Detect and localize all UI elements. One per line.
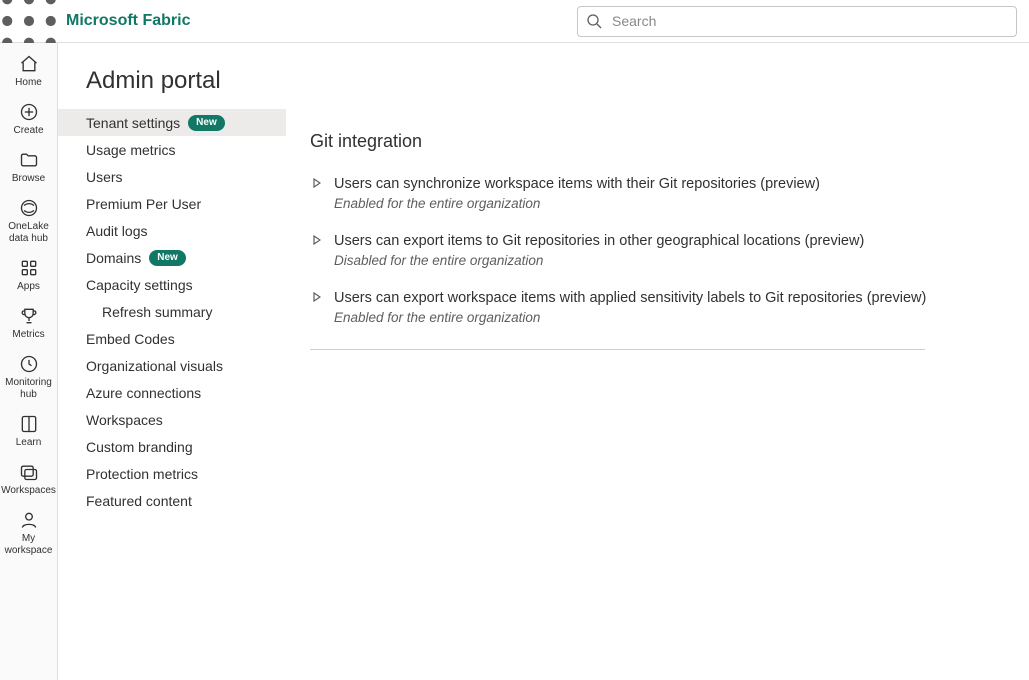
admin-nav-label: Audit logs [86,223,147,239]
rail-item-onelake[interactable]: OneLake data hub [0,193,58,251]
admin-nav-organizational-visuals[interactable]: Organizational visuals [58,352,286,379]
rail-item-apps[interactable]: Apps [0,253,58,299]
rail-label: Create [13,125,43,137]
admin-nav-azure-connections[interactable]: Azure connections [58,379,286,406]
admin-nav-label: Protection metrics [86,466,198,482]
rail-label: Learn [16,437,42,449]
admin-nav-label: Users [86,169,123,185]
admin-nav-label: Usage metrics [86,142,175,158]
admin-nav-tenant-settings[interactable]: Tenant settings New [58,109,286,136]
admin-nav-audit-logs[interactable]: Audit logs [58,217,286,244]
setting-row[interactable]: Users can synchronize workspace items wi… [310,174,1005,231]
rail-label: Apps [17,281,40,293]
admin-nav-embed-codes[interactable]: Embed Codes [58,325,286,352]
setting-title: Users can export workspace items with ap… [334,288,1005,308]
admin-nav-label: Custom branding [86,439,193,455]
rail-label: Workspaces [1,485,56,497]
admin-nav-label: Organizational visuals [86,358,223,374]
admin-nav-protection-metrics[interactable]: Protection metrics [58,460,286,487]
admin-nav-usage-metrics[interactable]: Usage metrics [58,136,286,163]
rail-item-learn[interactable]: Learn [0,409,58,455]
search-box[interactable] [577,6,1017,37]
search-icon [586,13,602,29]
admin-nav-users[interactable]: Users [58,163,286,190]
admin-nav-featured-content[interactable]: Featured content [58,487,286,514]
rail-item-my-workspace[interactable]: My workspace [0,505,58,563]
admin-nav-premium-per-user[interactable]: Premium Per User [58,190,286,217]
rail-item-metrics[interactable]: Metrics [0,301,58,347]
rail-item-workspaces[interactable]: Workspaces [0,457,58,503]
new-badge: New [149,250,186,266]
admin-nav-label: Featured content [86,493,192,509]
admin-nav-label: Embed Codes [86,331,175,347]
admin-nav-label: Workspaces [86,412,163,428]
setting-row[interactable]: Users can export workspace items with ap… [310,288,1005,345]
home-icon [19,54,39,74]
rail-label: My workspace [0,533,58,557]
brand-title[interactable]: Microsoft Fabric [58,12,190,30]
rail-label: Home [15,77,42,89]
rail-label: Browse [12,173,45,185]
left-rail: Home Create Browse OneLake data hub Apps… [0,43,58,680]
expand-icon[interactable] [310,288,324,302]
rail-item-home[interactable]: Home [0,49,58,95]
admin-nav-label: Refresh summary [102,304,212,320]
plus-circle-icon [19,102,39,122]
admin-nav-label: Azure connections [86,385,201,401]
expand-icon[interactable] [310,231,324,245]
setting-title: Users can synchronize workspace items wi… [334,174,1005,194]
book-icon [19,414,39,434]
search-input[interactable] [610,12,1008,30]
section-title: Git integration [310,131,1005,152]
rail-label: OneLake data hub [0,221,58,245]
person-icon [19,510,39,530]
rail-label: Monitoring hub [0,377,58,401]
top-bar: Microsoft Fabric [0,0,1029,43]
rail-item-create[interactable]: Create [0,97,58,143]
expand-icon[interactable] [310,174,324,188]
setting-status: Enabled for the entire organization [334,195,1005,213]
app-launcher-button[interactable] [0,0,58,42]
admin-nav: Tenant settings New Usage metrics Users … [58,109,286,680]
setting-title: Users can export items to Git repositori… [334,231,1005,251]
apps-icon [19,258,39,278]
setting-row[interactable]: Users can export items to Git repositori… [310,231,1005,288]
rail-item-browse[interactable]: Browse [0,145,58,191]
section-divider [310,349,925,350]
rail-label: Metrics [12,329,44,341]
settings-panel: Git integration Users can synchronize wo… [286,109,1029,680]
new-badge: New [188,115,225,131]
workspaces-icon [19,462,39,482]
monitoring-icon [19,354,39,374]
folder-icon [19,150,39,170]
trophy-icon [19,306,39,326]
admin-nav-label: Domains [86,250,141,266]
admin-nav-workspaces[interactable]: Workspaces [58,406,286,433]
admin-nav-custom-branding[interactable]: Custom branding [58,433,286,460]
admin-nav-label: Tenant settings [86,115,180,131]
setting-status: Disabled for the entire organization [334,252,1005,270]
admin-nav-capacity-settings[interactable]: Capacity settings [58,271,286,298]
admin-nav-label: Premium Per User [86,196,201,212]
page-title: Admin portal [58,67,1029,109]
admin-nav-domains[interactable]: Domains New [58,244,286,271]
admin-nav-label: Capacity settings [86,277,193,293]
setting-status: Enabled for the entire organization [334,309,1005,327]
onelake-icon [19,198,39,218]
rail-item-monitoring[interactable]: Monitoring hub [0,349,58,407]
admin-nav-refresh-summary[interactable]: Refresh summary [58,298,286,325]
